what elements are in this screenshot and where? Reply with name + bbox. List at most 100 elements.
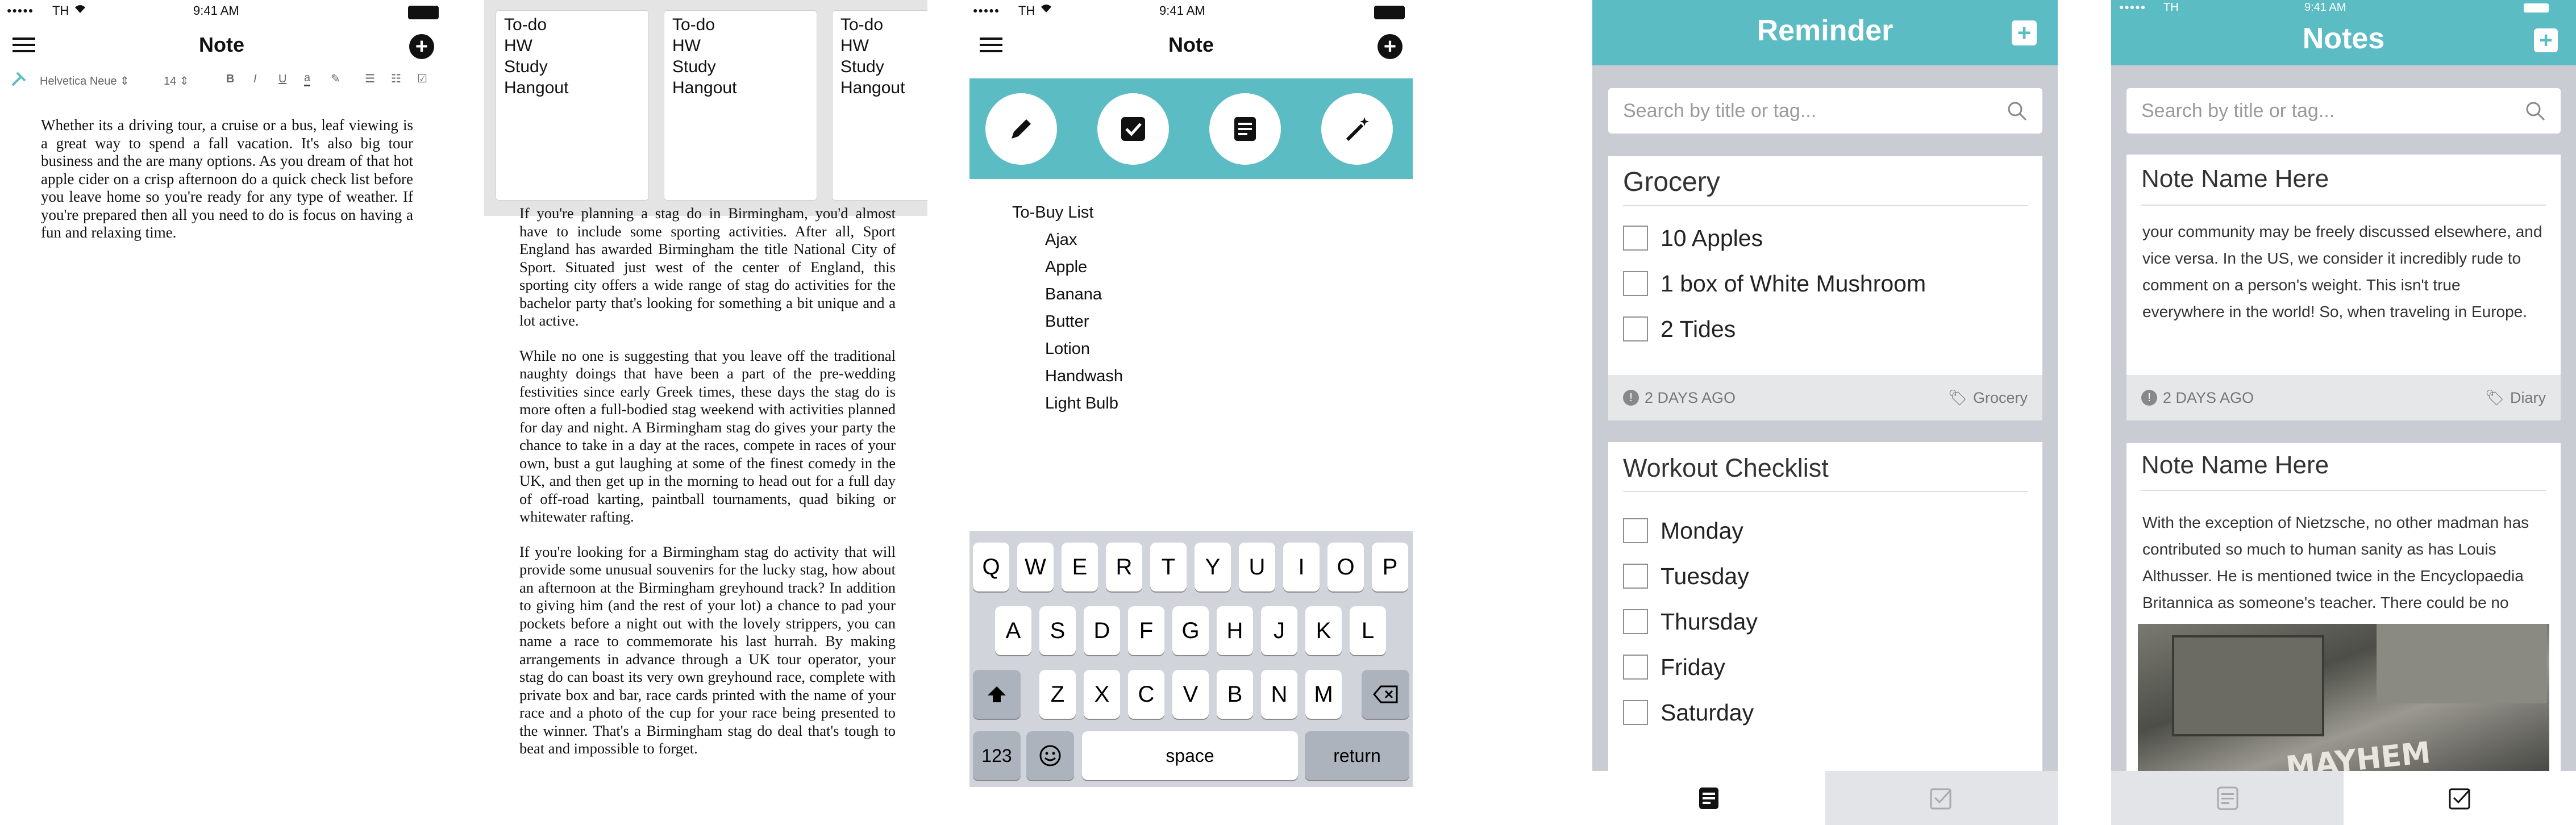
list-item[interactable]: Ajax [1012, 226, 1123, 253]
list-item[interactable]: Handwash [1012, 363, 1123, 390]
key-j[interactable]: J [1261, 606, 1297, 655]
checklist-icon[interactable]: ☑ [417, 72, 427, 86]
tools-icon[interactable] [10, 70, 27, 90]
checklist-item[interactable]: Saturday [1623, 690, 1758, 735]
signal-icon: ●●●●● [2119, 2, 2146, 11]
key-i[interactable]: I [1283, 543, 1320, 591]
list-item[interactable]: Butter [1012, 308, 1123, 335]
search-input[interactable]: Search by title or tag... [2126, 88, 2561, 134]
underline-button[interactable]: U [278, 73, 286, 86]
reminder-card-grocery[interactable]: Grocery 10 Apples 1 box of White Mushroo… [1608, 156, 2042, 420]
note-card[interactable]: Note Name Here With the exception of Nie… [2126, 443, 2561, 784]
highlight-icon[interactable]: ✎ [331, 72, 340, 86]
item-label: Friday [1661, 653, 1725, 680]
key-m[interactable]: M [1305, 670, 1342, 719]
add-reminder-button[interactable]: + [2012, 19, 2037, 46]
key-t[interactable]: T [1150, 543, 1187, 591]
checklist-item[interactable]: 1 box of White Mushroom [1623, 261, 1926, 306]
space-key[interactable]: space [1082, 731, 1298, 780]
checklist-button[interactable] [1097, 93, 1169, 165]
checklist-item[interactable]: 2 Tides [1623, 306, 1926, 352]
text-color-button[interactable]: a [304, 72, 311, 86]
key-o[interactable]: O [1327, 543, 1364, 591]
checkbox[interactable] [1623, 518, 1648, 543]
tag-label[interactable]: Diary [2510, 389, 2546, 407]
key-q[interactable]: Q [973, 543, 1009, 591]
list-item[interactable]: Banana [1012, 281, 1123, 308]
checklist-item[interactable]: Friday [1623, 644, 1758, 690]
search-input[interactable]: Search by title or tag... [1608, 88, 2042, 134]
key-w[interactable]: W [1017, 543, 1054, 591]
tab-reminders[interactable] [1825, 771, 2058, 825]
add-note-button[interactable]: + [409, 34, 434, 59]
backspace-key[interactable] [1362, 670, 1409, 719]
key-e[interactable]: E [1062, 543, 1098, 591]
shift-key[interactable] [973, 670, 1021, 719]
italic-button[interactable]: I [253, 73, 257, 86]
bullet-list-icon[interactable]: ☰ [365, 72, 375, 86]
numbers-key[interactable]: 123 [973, 731, 1021, 780]
emoji-key[interactable] [1026, 731, 1074, 780]
checkbox[interactable] [1623, 655, 1648, 680]
checklist-item[interactable]: Tuesday [1623, 553, 1758, 599]
add-note-button[interactable]: + [1378, 34, 1403, 59]
edit-button[interactable] [985, 93, 1057, 165]
add-note-button[interactable]: + [2534, 28, 2558, 53]
signal-icon: ●●●●● [973, 6, 1000, 15]
status-time: 9:41 AM [193, 3, 239, 18]
checkbox[interactable] [1623, 700, 1648, 725]
checkbox[interactable] [1623, 316, 1648, 341]
note-body-text[interactable]: Whether its a driving tour, a cruise or … [41, 116, 413, 242]
to-buy-list: To-Buy List Ajax Apple Banana Butter Lot… [1012, 199, 1123, 417]
checklist-item[interactable]: 10 Apples [1623, 215, 1926, 261]
key-g[interactable]: G [1172, 606, 1209, 655]
list-item[interactable]: Light Bulb [1012, 390, 1123, 417]
key-p[interactable]: P [1372, 543, 1408, 591]
reminder-card-workout[interactable]: Workout Checklist Monday Tuesday Thursda… [1608, 442, 2042, 783]
tag-label[interactable]: Grocery [1973, 389, 2028, 407]
key-z[interactable]: Z [1039, 670, 1076, 719]
note-button[interactable] [1209, 93, 1281, 165]
checkbox[interactable] [1623, 271, 1648, 296]
key-f[interactable]: F [1128, 606, 1164, 655]
key-y[interactable]: Y [1195, 543, 1231, 591]
checklist-item[interactable]: Thursday [1623, 599, 1758, 644]
checkbox[interactable] [1623, 609, 1648, 634]
menu-icon[interactable] [980, 36, 1002, 56]
return-key[interactable]: return [1305, 731, 1409, 780]
list-item[interactable]: Apple [1012, 253, 1123, 281]
key-x[interactable]: X [1084, 670, 1120, 719]
key-l[interactable]: L [1350, 606, 1386, 655]
key-u[interactable]: U [1239, 543, 1275, 591]
card-footer: ! 2 DAYS AGO 🏷 Grocery [1608, 375, 2042, 420]
bold-button[interactable]: B [226, 73, 234, 86]
key-c[interactable]: C [1128, 670, 1164, 719]
note-card[interactable]: Note Name Here your community may be fre… [2126, 155, 2561, 420]
key-k[interactable]: K [1305, 606, 1342, 655]
tab-notes[interactable] [1592, 771, 1825, 825]
key-v[interactable]: V [1172, 670, 1209, 719]
key-a[interactable]: A [995, 606, 1031, 655]
search-icon[interactable] [2524, 100, 2546, 122]
tab-notes[interactable] [2111, 771, 2344, 825]
article-text[interactable]: If you're planning a stag do in Birmingh… [519, 205, 896, 775]
tab-bar [2111, 771, 2576, 825]
key-d[interactable]: D [1084, 606, 1120, 655]
key-r[interactable]: R [1106, 543, 1142, 591]
list-item[interactable]: Lotion [1012, 335, 1123, 363]
list-title: To-Buy List [1012, 203, 1094, 222]
checklist-item[interactable]: Monday [1623, 508, 1758, 553]
tab-reminders[interactable] [2344, 771, 2576, 825]
key-h[interactable]: H [1217, 606, 1253, 655]
key-n[interactable]: N [1261, 670, 1297, 719]
magic-button[interactable] [1321, 93, 1393, 165]
numbered-list-icon[interactable]: ☷ [391, 72, 401, 86]
font-size-select[interactable]: 14 ⇕ [164, 74, 189, 88]
key-b[interactable]: B [1217, 670, 1253, 719]
key-s[interactable]: S [1039, 606, 1076, 655]
checkbox[interactable] [1623, 564, 1648, 589]
search-icon[interactable] [2006, 100, 2028, 122]
checkbox[interactable] [1623, 226, 1648, 251]
menu-icon[interactable] [13, 36, 35, 56]
font-name-select[interactable]: Helvetica Neue ⇕ [40, 74, 130, 88]
